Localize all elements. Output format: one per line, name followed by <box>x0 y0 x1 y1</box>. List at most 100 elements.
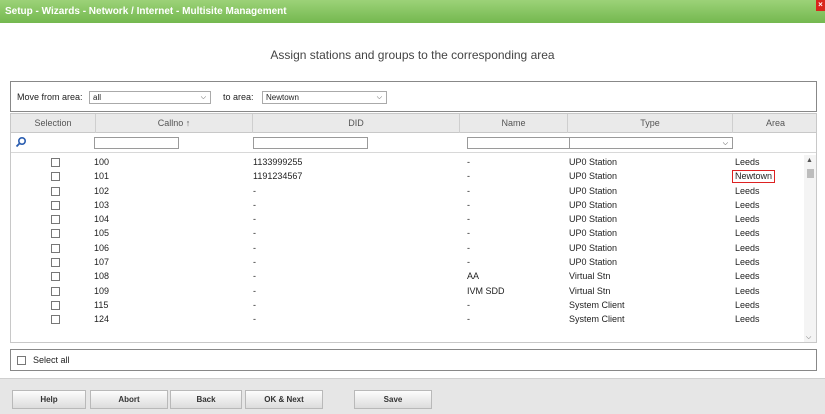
close-icon: × <box>818 0 823 9</box>
table-row[interactable]: 101 1191234567 - UP0 Station Newtown <box>11 169 804 184</box>
select-all-checkbox[interactable] <box>17 356 26 365</box>
cell-name: - <box>467 228 470 239</box>
cell-type: UP0 Station <box>569 199 618 210</box>
cell-name: - <box>467 257 470 268</box>
back-button[interactable]: Back <box>170 390 242 409</box>
col-header-did[interactable]: DID <box>253 114 460 133</box>
row-checkbox[interactable] <box>51 243 60 253</box>
row-checkbox[interactable] <box>51 172 60 182</box>
cell-area: Leeds <box>735 269 760 283</box>
table-row[interactable]: 109 - IVM SDD Virtual Stn Leeds <box>11 284 804 298</box>
cell-callno: 100 <box>94 157 110 167</box>
name-filter-input[interactable] <box>467 137 582 149</box>
grid-scrollbar[interactable]: ▲ ⌵ <box>804 155 816 342</box>
area-value: Leeds <box>735 214 760 225</box>
col-header-type[interactable]: Type <box>568 114 733 133</box>
cell-type: UP0 Station <box>569 171 618 182</box>
row-checkbox[interactable] <box>51 258 60 268</box>
cell-did: - <box>253 228 256 239</box>
table-row[interactable]: 124 - - System Client Leeds <box>11 312 804 326</box>
close-button[interactable]: × <box>816 0 825 11</box>
area-value: Leeds <box>735 228 760 239</box>
cell-area: Leeds <box>735 284 760 298</box>
table-row[interactable]: 107 - - UP0 Station Leeds <box>11 255 804 269</box>
row-checkbox[interactable] <box>51 315 60 325</box>
cell-area: Leeds <box>735 255 760 269</box>
cell-area: Leeds <box>735 298 760 312</box>
ok-next-button[interactable]: OK & Next <box>245 390 323 409</box>
cell-name: - <box>467 299 470 310</box>
to-area-label: to area: <box>223 92 254 102</box>
col-header-name[interactable]: Name <box>460 114 568 133</box>
row-checkbox[interactable] <box>51 300 60 310</box>
cell-callno: 105 <box>94 228 110 239</box>
cell-did: - <box>253 214 256 225</box>
area-value: Leeds <box>735 185 760 196</box>
cell-type: UP0 Station <box>569 228 618 239</box>
cell-callno: 109 <box>94 285 110 296</box>
table-row[interactable]: 100 1133999255 - UP0 Station Leeds <box>11 155 804 169</box>
cell-type: System Client <box>569 314 625 325</box>
row-checkbox[interactable] <box>51 215 60 225</box>
cell-name: - <box>467 214 470 225</box>
to-area-select[interactable]: Newtown ⌵ <box>262 91 387 104</box>
footer-bar: Help Abort Back OK & Next Save <box>0 378 825 414</box>
cell-did: - <box>253 185 256 196</box>
cell-callno: 115 <box>94 299 109 310</box>
cell-did: - <box>253 271 256 282</box>
scroll-up-icon[interactable]: ▲ <box>806 157 813 164</box>
table-row[interactable]: 102 - - UP0 Station Leeds <box>11 184 804 198</box>
row-checkbox[interactable] <box>51 200 60 210</box>
window-title: Setup - Wizards - Network / Internet - M… <box>5 6 287 17</box>
cell-did: 1133999255 <box>253 157 303 167</box>
scroll-down-icon[interactable]: ⌵ <box>806 334 811 342</box>
row-checkbox[interactable] <box>51 186 60 196</box>
area-value: Leeds <box>735 299 760 310</box>
page-heading: Assign stations and groups to the corres… <box>270 48 555 62</box>
cell-area: Leeds <box>735 226 760 240</box>
area-value: Leeds <box>735 242 760 253</box>
cell-area: Leeds <box>735 155 760 169</box>
area-value: Leeds <box>735 285 760 296</box>
row-checkbox[interactable] <box>51 229 60 239</box>
chevron-down-icon: ⌵ <box>200 94 206 101</box>
col-header-area[interactable]: Area <box>733 114 816 133</box>
cell-callno: 101 <box>94 171 110 182</box>
move-from-label: Move from area: <box>17 92 83 102</box>
area-value: Leeds <box>735 314 760 325</box>
cell-name: AA <box>467 271 480 282</box>
area-value: Leeds <box>735 199 760 210</box>
cell-area: Leeds <box>735 198 760 212</box>
help-button[interactable]: Help <box>12 390 86 409</box>
chevron-down-icon: ⌵ <box>376 94 382 101</box>
table-row[interactable]: 106 - - UP0 Station Leeds <box>11 241 804 255</box>
search-icon <box>15 136 27 148</box>
table-row[interactable]: 103 - - UP0 Station Leeds <box>11 198 804 212</box>
move-from-select[interactable]: all ⌵ <box>89 91 211 104</box>
select-all-bar: Select all <box>10 349 817 371</box>
cell-area: Newtown <box>732 169 776 184</box>
type-filter-select[interactable]: ⌵ <box>569 137 733 149</box>
row-checkbox[interactable] <box>51 158 60 167</box>
cell-type: Virtual Stn <box>569 285 611 296</box>
abort-button[interactable]: Abort <box>90 390 168 409</box>
callno-filter-input[interactable] <box>94 137 179 149</box>
cell-type: UP0 Station <box>569 242 618 253</box>
cell-type: UP0 Station <box>569 257 618 268</box>
cell-area: Leeds <box>735 212 760 226</box>
table-row[interactable]: 105 - - UP0 Station Leeds <box>11 226 804 240</box>
cell-type: Virtual Stn <box>569 271 611 282</box>
col-header-selection[interactable]: Selection <box>11 114 96 133</box>
table-row[interactable]: 104 - - UP0 Station Leeds <box>11 212 804 226</box>
grid-header: Selection Callno ↑ DID Name Type Area <box>11 114 816 133</box>
row-checkbox[interactable] <box>51 272 60 282</box>
cell-callno: 107 <box>94 257 110 268</box>
table-row[interactable]: 115 - - System Client Leeds <box>11 298 804 312</box>
col-header-callno[interactable]: Callno ↑ <box>96 114 253 133</box>
table-row[interactable]: 108 - AA Virtual Stn Leeds <box>11 269 804 283</box>
scroll-thumb[interactable] <box>807 169 814 178</box>
move-area-bar: Move from area: all ⌵ to area: Newtown ⌵ <box>10 81 817 112</box>
row-checkbox[interactable] <box>51 286 60 296</box>
did-filter-input[interactable] <box>253 137 368 149</box>
save-button[interactable]: Save <box>354 390 432 409</box>
